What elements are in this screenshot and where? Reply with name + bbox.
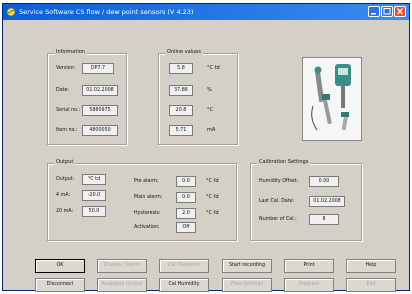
app-window: Service Software CS flow / dew point sen… — [2, 3, 410, 292]
online-value-1: 5.8 — [169, 63, 193, 74]
sensor-product-image — [302, 57, 362, 141]
exit-button[interactable]: Exit — [346, 278, 396, 292]
information-group: Information Version: DP7.7 Date: 01.02.2… — [47, 49, 127, 145]
ok-button[interactable]: OK — [35, 259, 85, 273]
flow-settings-button[interactable]: Flow Settings — [222, 278, 272, 292]
online-value-3: 20.8 — [169, 105, 193, 116]
mainalarm-label: Main alarm: — [134, 195, 163, 200]
online-values-legend: Online values — [165, 49, 203, 55]
last-cal-date-label: Last Cal. Date: — [259, 199, 295, 204]
hysteresis-label: Hysteresis: — [134, 211, 161, 216]
client-area: Information Version: DP7.7 Date: 01.02.2… — [6, 23, 406, 292]
ma4-field: -20.0 — [82, 190, 106, 201]
close-button[interactable] — [394, 6, 406, 17]
ma20-field: 50.0 — [82, 206, 106, 217]
online-value-4: 5.71 — [169, 125, 193, 136]
output-label: Output: — [56, 177, 75, 182]
serial-label: Serial no.: — [56, 108, 81, 113]
item-field: 4800050 — [82, 125, 118, 136]
maximize-icon — [383, 8, 391, 15]
program-button[interactable]: Program — [284, 278, 334, 292]
app-icon — [6, 7, 16, 17]
maximize-button[interactable] — [381, 6, 393, 17]
help-button[interactable]: Help — [346, 259, 396, 273]
calibration-legend: Calibration Settings — [257, 159, 311, 165]
information-legend: Information — [54, 49, 87, 55]
analogue-output-button[interactable]: Analogue Output — [97, 278, 147, 292]
output-legend: Output — [54, 159, 76, 165]
humidity-offset-field: 0.00 — [309, 176, 339, 187]
mainalarm-unit: °C td — [206, 194, 219, 200]
calibration-group: Calibration Settings Humidity Offset: 0.… — [250, 159, 362, 241]
number-of-cal-label: Number of Cal.: — [259, 217, 297, 222]
window-title: Service Software CS flow / dew point sen… — [19, 8, 194, 16]
online-unit-4: mA — [207, 127, 216, 133]
humidity-offset-label: Humidity Offset: — [259, 179, 299, 184]
ma20-label: 20 mA: — [56, 209, 74, 214]
mainalarm-field: 0.0 — [176, 192, 196, 203]
last-cal-date-field: 01.02.2008 — [309, 196, 345, 207]
hysteresis-unit: °C td — [206, 210, 219, 216]
start-recording-button[interactable]: Start recording — [222, 259, 272, 273]
hysteresis-field: 2.0 — [176, 208, 196, 219]
disconnect-button[interactable]: Disconnect — [35, 278, 85, 292]
version-label: Version: — [56, 66, 76, 71]
sensor-illustration-icon — [311, 64, 351, 131]
online-unit-3: °C — [207, 107, 213, 113]
prealarm-label: Pre alarm: — [134, 179, 159, 184]
title-bar[interactable]: Service Software CS flow / dew point sen… — [3, 4, 409, 20]
version-field: DP7.7 — [82, 63, 114, 74]
item-label: Item no.: — [56, 128, 78, 133]
output-group: Output Output: °C td 4 mA: -20.0 20 mA: … — [47, 159, 237, 241]
date-label: Date: — [56, 88, 70, 93]
ma4-label: 4 mA: — [56, 193, 71, 198]
online-values-group: Online values 5.8 °C td 37.86 % 20.8 °C … — [158, 49, 238, 145]
minimize-button[interactable] — [368, 6, 380, 17]
print-button[interactable]: Print — [284, 259, 334, 273]
online-value-2: 37.86 — [169, 85, 193, 96]
date-field: 01.02.2008 — [82, 85, 118, 96]
prealarm-unit: °C td — [206, 178, 219, 184]
serial-field: 5880975 — [82, 105, 118, 116]
prealarm-field: 0.0 — [176, 176, 196, 187]
cal-dewpoint-button[interactable]: Cal Dewpoint — [159, 259, 209, 273]
close-icon — [397, 8, 403, 15]
number-of-cal-field: 8 — [309, 214, 339, 225]
minimize-icon — [371, 13, 376, 15]
cal-humidity-button[interactable]: Cal Humidity — [159, 278, 209, 292]
online-unit-2: % — [207, 87, 212, 93]
activation-label: Activation: — [134, 225, 160, 230]
display-alarm-button[interactable]: Display / Alarm — [97, 259, 147, 273]
activation-field: Off — [176, 222, 196, 233]
online-unit-1: °C td — [207, 65, 220, 71]
output-field: °C td — [82, 174, 106, 185]
